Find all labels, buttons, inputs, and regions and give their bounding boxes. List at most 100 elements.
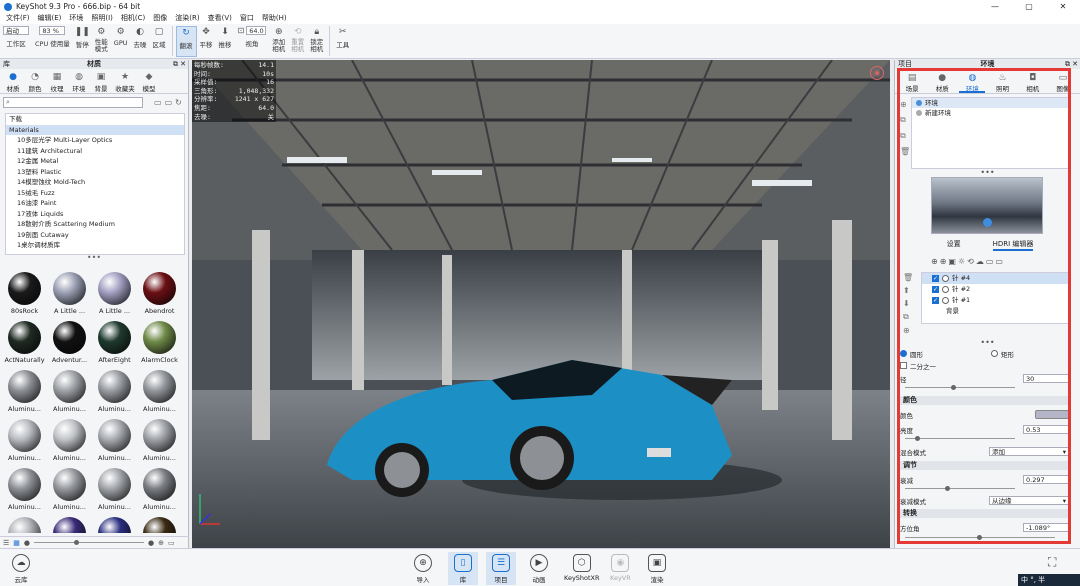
reset-camera-button[interactable]: ⟲ 重置 相机: [288, 26, 307, 57]
fov-input[interactable]: 64.0: [246, 26, 267, 35]
material-thumbnail[interactable]: Aluminu...: [93, 464, 136, 513]
material-thumbnail[interactable]: 80sRock: [3, 268, 46, 317]
close-button[interactable]: ✕: [1046, 0, 1080, 13]
material-thumbnail[interactable]: Aluminu...: [138, 366, 181, 415]
render-viewport[interactable]: 每秒帧数: 14.1 时间: 10s 采样值: 16 三角形: 1,048,332 分辨率: 12…: [192, 60, 890, 548]
project-button[interactable]: ☰ 项目: [486, 552, 516, 585]
zoom-out-icon[interactable]: ●: [24, 539, 30, 547]
minimize-button[interactable]: —: [978, 0, 1012, 13]
tree-item[interactable]: 12金属 Metal: [6, 156, 184, 167]
menu-help[interactable]: 帮助(H): [258, 13, 291, 24]
splitter-handle[interactable]: •••: [0, 254, 188, 263]
gpu-button[interactable]: ⚙ GPU: [111, 26, 131, 57]
menu-lighting[interactable]: 照明(I): [87, 13, 117, 24]
material-thumbnail[interactable]: Aluminu...: [3, 366, 46, 415]
folder-add-icon[interactable]: ▭: [165, 98, 173, 107]
material-thumbnail[interactable]: A Little ...: [48, 268, 91, 317]
material-thumbnail[interactable]: A Little ...: [93, 268, 136, 317]
fov-control[interactable]: ⊡ 64.0 视角: [235, 26, 270, 57]
cpu-usage-control[interactable]: 83 % CPU 使用量: [32, 26, 73, 57]
material-thumbnail[interactable]: ActNaturally: [3, 317, 46, 366]
workspace-select[interactable]: 启动: [3, 26, 29, 35]
library-search-input[interactable]: ⌕: [3, 97, 143, 108]
region-button[interactable]: ▢ 区域: [150, 26, 169, 57]
material-thumbnail[interactable]: Aluminu...: [48, 464, 91, 513]
tree-item[interactable]: 下载: [6, 114, 184, 125]
tools-button[interactable]: ✂ 工具: [333, 26, 352, 57]
tab-materials[interactable]: ● 材质: [2, 72, 24, 93]
animation-button[interactable]: ▶ 动画: [530, 554, 548, 584]
tree-item[interactable]: 1桌尔调材质库: [6, 240, 184, 251]
material-thumbnail[interactable]: Adventur...: [48, 317, 91, 366]
menu-camera[interactable]: 相机(C): [117, 13, 149, 24]
tree-item[interactable]: 11建筑 Architectural: [6, 146, 184, 157]
panel-float-icon[interactable]: ⧉: [173, 60, 178, 69]
material-thumbnail[interactable]: Aluminu...: [93, 415, 136, 464]
material-thumbnail[interactable]: AfterEight: [93, 317, 136, 366]
tab-favorites[interactable]: ★ 收藏夹: [112, 72, 138, 93]
keyshotxr-button[interactable]: ⬡ KeyShotXR: [564, 554, 600, 582]
slider-knob[interactable]: [74, 540, 80, 545]
library-button[interactable]: ▯ 库: [448, 552, 478, 585]
tree-item[interactable]: 19剖面 Cutaway: [6, 230, 184, 241]
tree-item[interactable]: 13塑料 Plastic: [6, 167, 184, 178]
tab-models[interactable]: ◆ 模型: [138, 72, 160, 93]
material-thumbnail[interactable]: Amazing ...: [93, 513, 136, 533]
tree-item[interactable]: 17液体 Liquids: [6, 209, 184, 220]
cloud-library-button[interactable]: ☁ 云库: [12, 554, 30, 584]
menu-environment[interactable]: 环境: [65, 13, 87, 24]
grid-view-icon[interactable]: ▦: [13, 539, 20, 547]
menu-file[interactable]: 文件(F): [2, 13, 34, 24]
material-thumbnail[interactable]: Amazon ...: [138, 513, 181, 533]
tab-backplates[interactable]: ▣ 背景: [90, 72, 112, 93]
refresh-icon[interactable]: ↻: [175, 98, 182, 107]
pan-button[interactable]: ✥ 平移: [197, 26, 216, 57]
panel-close-icon[interactable]: ✕: [1072, 60, 1078, 69]
tree-item[interactable]: 14模塑蚀纹 Mold-Tech: [6, 177, 184, 188]
tree-item-selected[interactable]: Materials: [6, 124, 184, 135]
viewport-camera-icon[interactable]: ◉: [870, 66, 884, 80]
material-thumbnail[interactable]: Aluminu...: [48, 415, 91, 464]
folder-icon[interactable]: ▭: [154, 98, 162, 107]
lock-camera-button[interactable]: 🔒︎ 锁定 相机: [307, 26, 326, 57]
tree-item[interactable]: 18散射介质 Scattering Medium: [6, 219, 184, 230]
tab-textures[interactable]: ▦ 纹理: [46, 72, 68, 93]
add-icon[interactable]: ⊕: [158, 539, 164, 547]
zoom-in-icon[interactable]: ●: [148, 539, 154, 547]
tree-item[interactable]: 15绒毛 Fuzz: [6, 188, 184, 199]
menu-edit[interactable]: 编辑(E): [34, 13, 66, 24]
tree-item[interactable]: 16油漆 Paint: [6, 198, 184, 209]
material-thumbnail[interactable]: Aluminu...: [48, 366, 91, 415]
material-thumbnail[interactable]: Amazing ...: [48, 513, 91, 533]
folder-icon[interactable]: ▭: [168, 539, 175, 547]
material-thumbnail[interactable]: Aluminu...: [93, 366, 136, 415]
list-view-icon[interactable]: ☰: [3, 539, 9, 547]
add-camera-button[interactable]: ⊕ 添加 相机: [269, 26, 288, 57]
pause-button[interactable]: ❚❚ 暂停: [73, 26, 92, 57]
tab-colors[interactable]: ◔ 颜色: [24, 72, 46, 93]
expand-viewport-icon[interactable]: ⛶: [1048, 555, 1056, 570]
thumbnail-size-slider[interactable]: [34, 540, 145, 545]
workspace-control[interactable]: 启动 工作区: [0, 26, 32, 57]
tree-item[interactable]: 10多层光学 Multi-Layer Optics: [6, 135, 184, 146]
material-thumbnail[interactable]: AlarmClock: [138, 317, 181, 366]
maximize-button[interactable]: ▢: [1012, 0, 1046, 13]
material-thumbnail[interactable]: Aluminu...: [138, 415, 181, 464]
cpu-usage-select[interactable]: 83 %: [39, 26, 66, 35]
tumble-button[interactable]: ↻ 翻滚: [175, 26, 197, 57]
menu-render[interactable]: 渲染(R): [171, 13, 203, 24]
keyvr-button[interactable]: ◉ KeyVR: [610, 554, 631, 582]
menu-window[interactable]: 窗口: [236, 13, 258, 24]
tab-environments[interactable]: ◍ 环境: [68, 72, 90, 93]
performance-mode-button[interactable]: ⚙ 性能 模式: [92, 26, 111, 57]
material-thumbnail[interactable]: Abendrot: [138, 268, 181, 317]
material-thumbnail[interactable]: Aluminu...: [3, 464, 46, 513]
material-thumbnail[interactable]: Aluminu...: [138, 464, 181, 513]
panel-close-icon[interactable]: ✕: [180, 60, 186, 69]
material-thumbnail[interactable]: Aluminu...: [3, 513, 46, 533]
denoise-button[interactable]: ◐ 去噪: [131, 26, 150, 57]
menu-image[interactable]: 图像: [149, 13, 171, 24]
import-button[interactable]: ⊕ 导入: [414, 554, 432, 584]
render-button[interactable]: ▣ 渲染: [648, 554, 666, 584]
material-thumbnail[interactable]: Aluminu...: [3, 415, 46, 464]
